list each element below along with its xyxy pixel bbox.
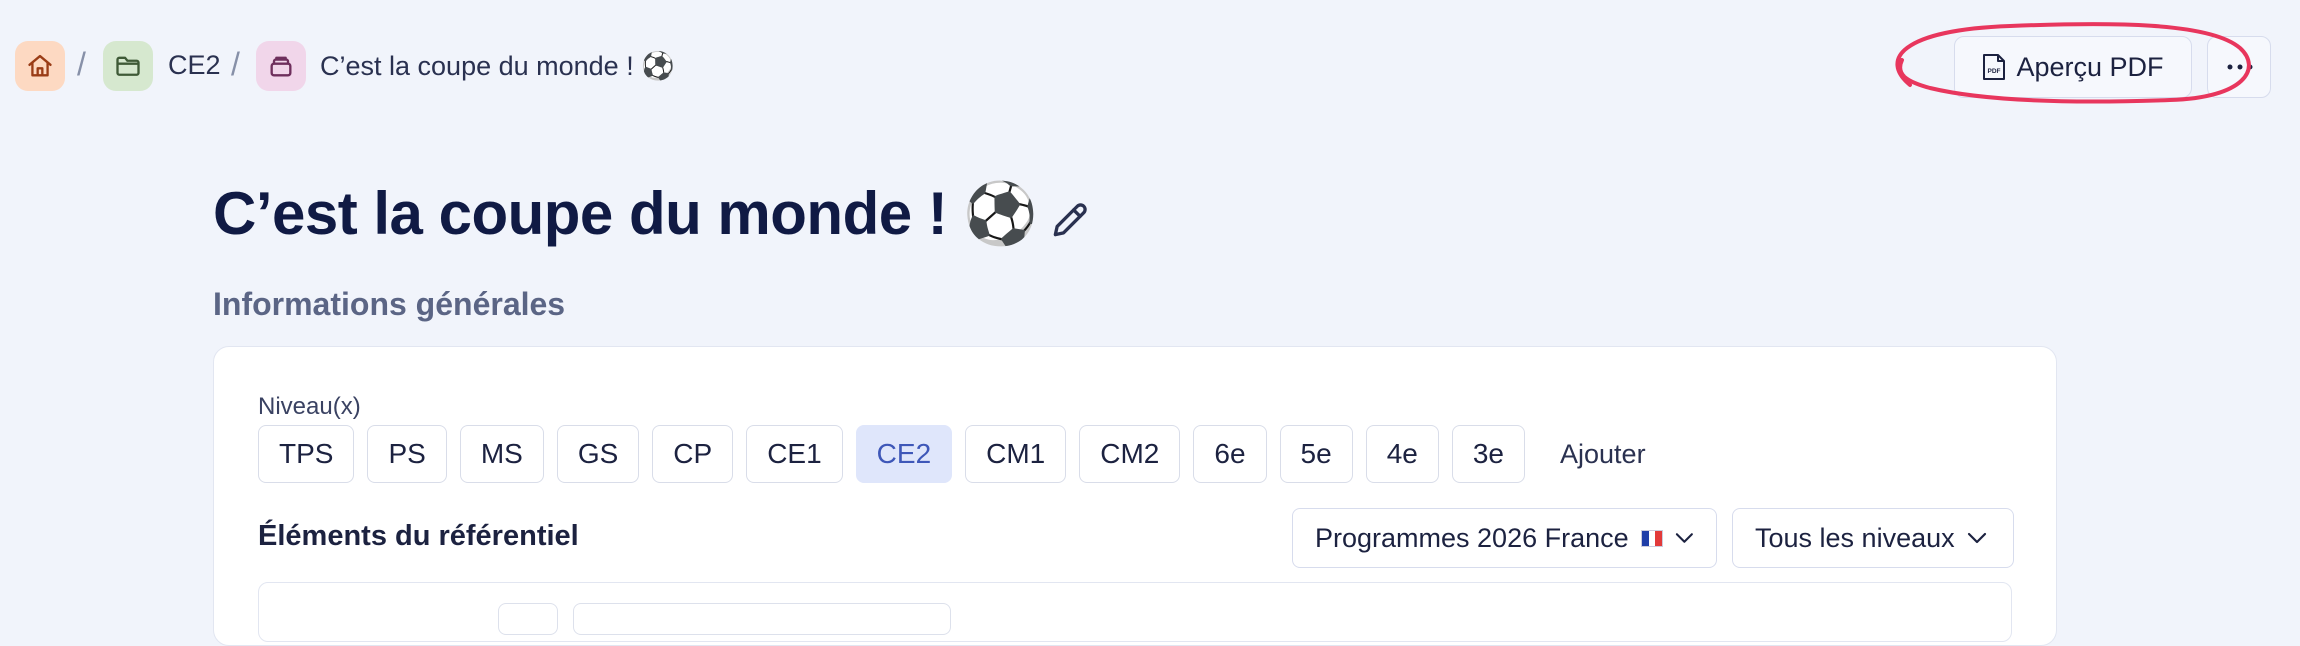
breadcrumb-sequence[interactable] <box>256 41 306 91</box>
more-button[interactable] <box>2207 36 2271 98</box>
level-chip-4e[interactable]: 4e <box>1365 425 1439 483</box>
level-chip-cp[interactable]: CP <box>652 425 734 483</box>
level-chip-cm1[interactable]: CM1 <box>965 425 1067 483</box>
pdf-file-icon: PDF <box>1983 54 2006 80</box>
breadcrumb-home[interactable] <box>15 41 65 91</box>
program-select[interactable]: Programmes 2026 France <box>1292 508 1717 568</box>
pdf-icon-text: PDF <box>1988 68 2001 75</box>
level-chip-ce2-selected[interactable]: CE2 <box>855 425 953 483</box>
level-chip-ce1[interactable]: CE1 <box>746 425 843 483</box>
program-select-value: Programmes 2026 France <box>1315 522 1629 553</box>
breadcrumb-separator: / <box>77 46 86 82</box>
level-chip-5e[interactable]: 5e <box>1279 425 1353 483</box>
breadcrumb-folder[interactable] <box>103 41 153 91</box>
home-icon <box>28 54 52 77</box>
edit-pencil-icon[interactable] <box>1048 198 1092 242</box>
stack-icon <box>270 56 292 77</box>
add-level-link[interactable]: Ajouter <box>1538 439 1646 470</box>
pdf-preview-button[interactable]: PDF Aperçu PDF <box>1954 36 2192 98</box>
page-title: C’est la coupe du monde ! ⚽ <box>213 180 1038 247</box>
referentiel-title: Éléments du référentiel <box>258 520 579 552</box>
referentiel-control-small[interactable] <box>498 603 558 635</box>
level-chip-cm2[interactable]: CM2 <box>1079 425 1181 483</box>
level-chip-ms[interactable]: MS <box>459 425 544 483</box>
niveaux-label: Niveau(x) <box>258 393 361 420</box>
chevron-down-icon <box>1967 532 1986 544</box>
level-chip-group: TPS PS MS GS CP CE1 CE2 CM1 CM2 6e 5e 4e… <box>258 425 1646 483</box>
level-chip-ps[interactable]: PS <box>367 425 447 483</box>
chevron-down-icon <box>1676 533 1694 543</box>
breadcrumb-item-ce2[interactable]: CE2 <box>168 50 221 81</box>
pdf-preview-label: Aperçu PDF <box>2016 51 2164 82</box>
level-chip-6e[interactable]: 6e <box>1193 425 1267 483</box>
level-filter-select[interactable]: Tous les niveaux <box>1732 508 2014 568</box>
breadcrumb-item-current[interactable]: C’est la coupe du monde ! ⚽ <box>320 50 675 82</box>
level-chip-gs[interactable]: GS <box>556 425 640 483</box>
section-title-general-info: Informations générales <box>213 286 566 322</box>
more-icon <box>2227 64 2253 70</box>
level-chip-tps[interactable]: TPS <box>258 425 355 483</box>
folder-icon <box>116 56 140 76</box>
referentiel-control-wide[interactable] <box>573 603 951 635</box>
breadcrumb-separator: / <box>231 46 240 82</box>
level-filter-value: Tous les niveaux <box>1755 522 1955 553</box>
level-chip-3e[interactable]: 3e <box>1451 425 1526 483</box>
france-flag-icon <box>1640 529 1664 547</box>
top-bar: / CE2 / C’est la coupe du monde ! ⚽ PDF … <box>0 0 2300 135</box>
